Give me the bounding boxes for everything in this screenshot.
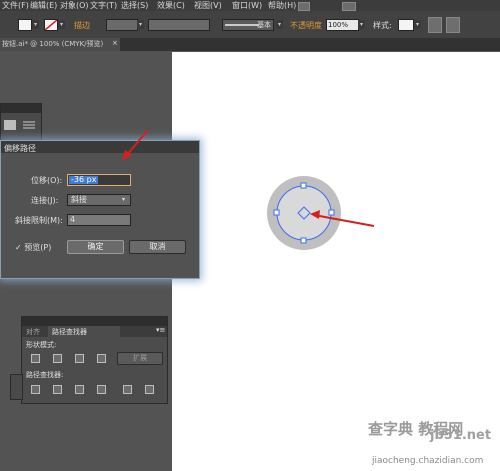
menu-file[interactable]: 文件(F) bbox=[2, 0, 29, 11]
offset-path-dialog: 偏移路径 位移(O): -36 px 连接(J): 斜接 ▾ 斜接限制(M): … bbox=[0, 140, 200, 279]
intersect-icon[interactable] bbox=[75, 354, 84, 363]
menu-bar: 文件(F) 编辑(E) 对象(O) 文字(T) 选择(S) 效果(C) 视图(V… bbox=[0, 0, 500, 11]
brush-definition[interactable]: 基本 bbox=[222, 19, 274, 31]
join-label: 连接(J): bbox=[31, 196, 59, 205]
crop-icon[interactable] bbox=[97, 385, 106, 394]
opacity-label[interactable]: 不透明度 bbox=[290, 20, 322, 31]
watermark-line3: jiaocheng.chazidian.com bbox=[372, 456, 484, 466]
bridge-icon[interactable] bbox=[298, 2, 310, 11]
menu-window[interactable]: 窗口(W) bbox=[232, 0, 262, 11]
style-label: 样式: bbox=[373, 21, 392, 30]
exclude-icon[interactable] bbox=[97, 354, 106, 363]
pathfinders-label: 路径查找器: bbox=[26, 371, 64, 379]
expand-button[interactable]: 扩展 bbox=[117, 352, 163, 365]
menu-object[interactable]: 对象(O) bbox=[60, 0, 89, 11]
anchor-point[interactable] bbox=[273, 209, 280, 216]
document-tab-title: 按钮.ai* @ 100% (CMYK/预览) bbox=[2, 40, 104, 48]
artwork-layer bbox=[267, 176, 375, 250]
collapsed-panel[interactable] bbox=[10, 374, 23, 400]
chevron-down-icon[interactable]: ▾ bbox=[358, 20, 365, 29]
gradient-icon[interactable] bbox=[4, 120, 16, 130]
tab-pathfinder[interactable]: 路径查找器 bbox=[52, 327, 87, 337]
dialog-title: 偏移路径 bbox=[4, 144, 36, 153]
panel-menu-icon[interactable]: ▾≡ bbox=[156, 326, 165, 334]
menu-effect[interactable]: 效果(C) bbox=[157, 0, 185, 11]
offset-value: -36 px bbox=[69, 175, 99, 184]
brush-label: 基本 bbox=[257, 21, 271, 29]
panel-tab-strip: 对齐 路径查找器 ▾≡ bbox=[22, 326, 167, 337]
unite-icon[interactable] bbox=[31, 354, 40, 363]
miter-value: 4 bbox=[70, 215, 76, 224]
inner-circle[interactable] bbox=[276, 185, 332, 241]
merge-icon[interactable] bbox=[75, 385, 84, 394]
outline-icon[interactable] bbox=[123, 385, 132, 394]
menu-help[interactable]: 帮助(H) bbox=[268, 0, 296, 11]
close-icon[interactable]: × bbox=[112, 39, 118, 47]
graphic-style-swatch[interactable] bbox=[398, 19, 414, 31]
dialog-title-bar[interactable]: 偏移路径 bbox=[1, 141, 199, 153]
chevron-down-icon[interactable]: ▾ bbox=[137, 20, 144, 29]
panel-title-bar[interactable] bbox=[1, 104, 41, 113]
anchor-point[interactable] bbox=[300, 182, 307, 189]
arrange-icon[interactable] bbox=[342, 2, 356, 11]
chevron-down-icon[interactable]: ▾ bbox=[32, 20, 39, 29]
chevron-down-icon[interactable]: ▾ bbox=[414, 20, 421, 29]
join-select[interactable]: 斜接 ▾ bbox=[67, 194, 131, 206]
preferences-icon[interactable] bbox=[446, 17, 460, 33]
stroke-swatch[interactable] bbox=[44, 19, 58, 31]
offset-label: 位移(O): bbox=[31, 176, 63, 185]
opacity-field[interactable]: 100% bbox=[326, 19, 359, 31]
artboard[interactable] bbox=[172, 52, 500, 471]
document-tab[interactable]: 按钮.ai* @ 100% (CMYK/预览) × bbox=[0, 38, 120, 51]
menu-select[interactable]: 选择(S) bbox=[121, 0, 148, 11]
join-value: 斜接 bbox=[71, 195, 87, 204]
ok-button[interactable]: 确定 bbox=[67, 240, 124, 254]
anchor-point[interactable] bbox=[300, 237, 307, 244]
tab-align[interactable]: 对齐 bbox=[26, 327, 40, 337]
panel-title-bar[interactable] bbox=[22, 317, 167, 326]
stroke-weight-field[interactable] bbox=[106, 19, 138, 31]
stroke-label[interactable]: 描边 bbox=[74, 20, 90, 31]
anchor-point[interactable] bbox=[328, 209, 335, 216]
pathfinder-panel: 对齐 路径查找器 ▾≡ 形状模式: 扩展 路径查找器: bbox=[21, 316, 168, 404]
fill-swatch[interactable] bbox=[18, 19, 32, 31]
menu-view[interactable]: 视图(V) bbox=[194, 0, 222, 11]
trim-icon[interactable] bbox=[53, 385, 62, 394]
miter-label: 斜接限制(M): bbox=[15, 216, 63, 225]
annotation-arrow-dialog bbox=[122, 129, 149, 161]
shape-modes-label: 形状模式: bbox=[26, 341, 57, 349]
chevron-down-icon[interactable]: ▾ bbox=[58, 20, 65, 29]
chevron-down-icon: ▾ bbox=[122, 196, 126, 203]
control-bar: ▾ ▾ 描边 ▾ 基本 ▾ 不透明度 100% ▾ 样式: ▾ bbox=[0, 11, 500, 39]
document-setup-icon[interactable] bbox=[428, 17, 442, 33]
tools-panel bbox=[0, 103, 42, 141]
miter-input[interactable]: 4 bbox=[67, 214, 131, 226]
minus-front-icon[interactable] bbox=[53, 354, 62, 363]
menu-lines-icon[interactable] bbox=[23, 120, 35, 130]
divide-icon[interactable] bbox=[31, 385, 40, 394]
watermark: 查字典 教程网 jb51.net jiaocheng.chazidian.com bbox=[362, 418, 498, 468]
offset-input[interactable]: -36 px bbox=[67, 174, 131, 186]
menu-edit[interactable]: 编辑(E) bbox=[30, 0, 57, 11]
cancel-button[interactable]: 取消 bbox=[129, 240, 186, 254]
chevron-down-icon[interactable]: ▾ bbox=[276, 20, 283, 29]
minus-back-icon[interactable] bbox=[145, 385, 154, 394]
variable-width-profile[interactable] bbox=[148, 19, 210, 31]
menu-type[interactable]: 文字(T) bbox=[90, 0, 117, 11]
watermark-line2: jb51.net bbox=[430, 428, 492, 443]
preview-checkbox[interactable]: ✓ 预览(P) bbox=[15, 242, 51, 253]
